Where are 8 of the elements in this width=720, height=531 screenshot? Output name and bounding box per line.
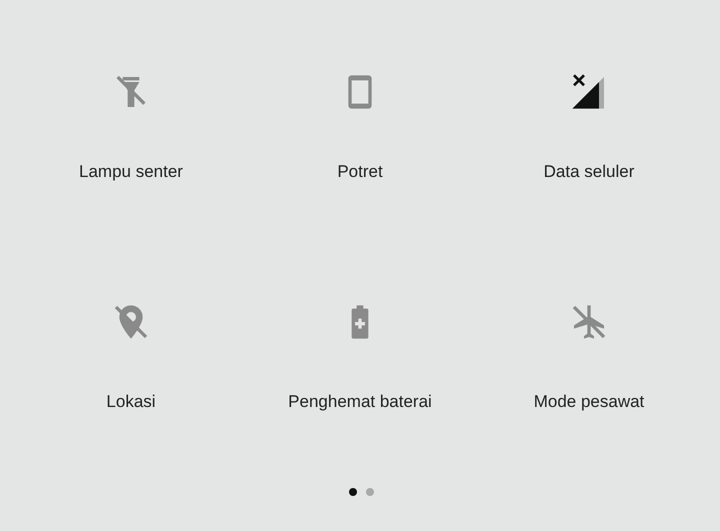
page-indicator-dot[interactable] <box>366 488 374 496</box>
quick-setting-tile[interactable]: Penghemat baterai <box>245 290 475 412</box>
quick-setting-tile[interactable]: Mode pesawat <box>475 290 703 412</box>
quick-setting-tile[interactable]: Lokasi <box>17 290 245 412</box>
quick-setting-tile[interactable]: Potret <box>245 60 475 182</box>
quick-setting-tile[interactable]: Data seluler <box>475 60 703 182</box>
quick-setting-tile[interactable]: Lampu senter <box>17 60 245 182</box>
page-indicator-dot[interactable] <box>348 488 356 496</box>
